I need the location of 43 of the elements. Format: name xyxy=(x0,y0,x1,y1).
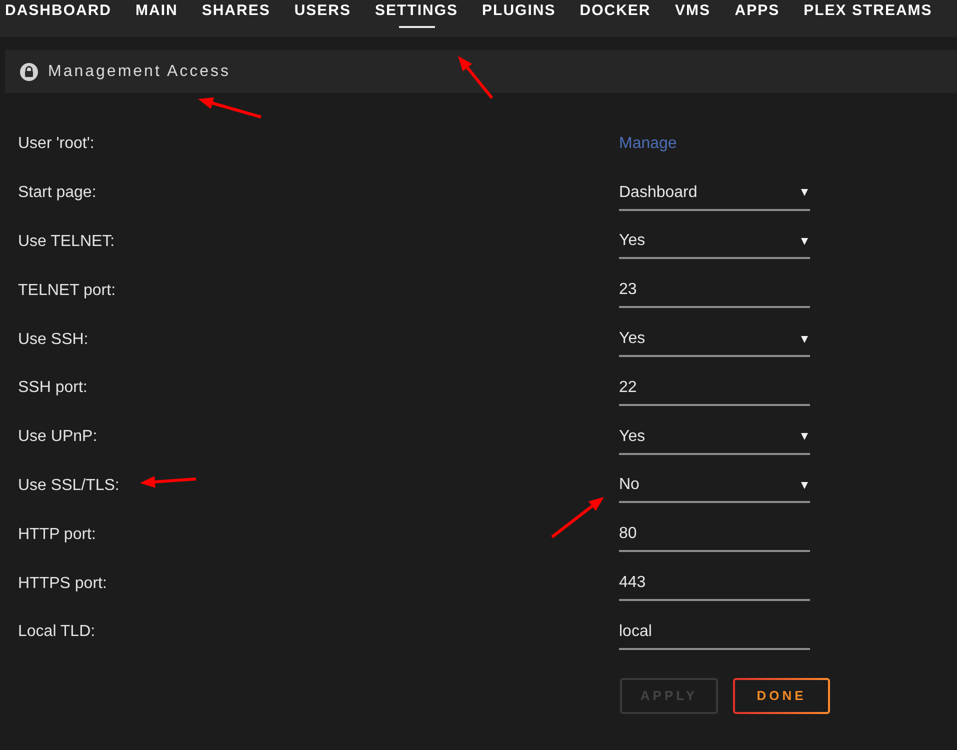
text-field[interactable]: 80 xyxy=(619,518,810,552)
caret-icon xyxy=(801,336,808,343)
field-label: SSH port: xyxy=(18,378,88,398)
field-label: Local TLD: xyxy=(18,622,96,642)
text-field[interactable]: 443 xyxy=(619,567,810,602)
dropdown[interactable]: Yes xyxy=(619,420,810,455)
nav-tab[interactable]: SETTINGS xyxy=(375,0,458,37)
nav-tab[interactable]: VMS xyxy=(674,0,711,37)
field-label: Use TELNET: xyxy=(18,232,115,252)
caret-icon xyxy=(801,189,808,196)
annotation-arrow xyxy=(198,97,262,118)
nav-tab[interactable]: APPS xyxy=(734,0,780,37)
annotation-arrow xyxy=(140,476,196,488)
dropdown[interactable]: Dashboard xyxy=(619,176,810,211)
done-button[interactable]: DONE xyxy=(733,678,830,714)
field-label: HTTPS port: xyxy=(18,574,107,594)
text-field[interactable]: 22 xyxy=(619,372,810,406)
caret-icon xyxy=(801,482,808,489)
dropdown[interactable]: Yes xyxy=(619,323,810,358)
dropdown[interactable]: Yes xyxy=(619,225,810,260)
nav-tab[interactable]: DOCKER xyxy=(580,0,651,37)
nav-tab[interactable]: SHARES xyxy=(202,0,270,37)
nav-tab[interactable]: PLEX STREAMS xyxy=(804,0,932,37)
field-label: Use SSL/TLS: xyxy=(18,476,120,496)
nav-tab[interactable]: MAIN xyxy=(136,0,178,37)
annotation-arrow xyxy=(551,497,604,538)
section-title: Management Access xyxy=(48,62,231,82)
caret-icon xyxy=(801,238,808,245)
text-field[interactable]: local xyxy=(619,616,810,650)
nav-tab[interactable]: DASHBOARD xyxy=(5,0,112,37)
annotation-arrow xyxy=(458,56,494,99)
field-label: User 'root': xyxy=(18,134,94,154)
caret-icon xyxy=(801,433,808,440)
nav-tab[interactable]: USERS xyxy=(294,0,352,37)
dropdown[interactable]: No xyxy=(619,469,810,504)
field-label: Start page: xyxy=(18,183,96,204)
field-label: TELNET port: xyxy=(18,280,116,301)
field-label: HTTP port: xyxy=(18,524,96,545)
text-field[interactable]: 23 xyxy=(619,274,810,308)
field-label: Use UPnP: xyxy=(18,427,98,448)
lock-icon xyxy=(20,62,38,80)
nav-tab[interactable]: PLUGINS xyxy=(482,0,556,37)
field-label: Use SSH: xyxy=(18,330,88,350)
